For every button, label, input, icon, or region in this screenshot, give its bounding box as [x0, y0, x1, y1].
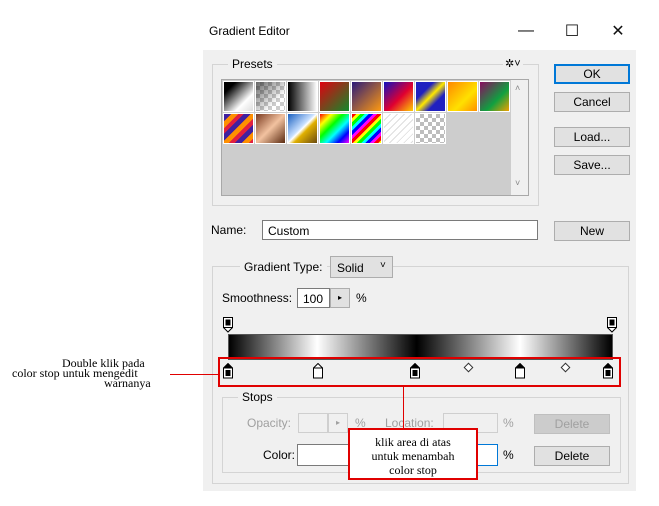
- annotation-box-line1: klik area di atas: [375, 435, 451, 449]
- scroll-up-icon[interactable]: ˄: [515, 83, 520, 93]
- chevron-down-icon: ˅: [380, 260, 386, 271]
- preset-swatch[interactable]: [223, 113, 254, 144]
- name-label: Name:: [211, 223, 247, 237]
- preset-list[interactable]: ˄ ˅: [221, 79, 529, 196]
- smoothness-unit: %: [356, 291, 367, 305]
- annotation-box-line2: untuk menambah: [371, 449, 455, 463]
- preset-swatch[interactable]: [255, 81, 286, 112]
- smoothness-label: Smoothness:: [222, 291, 293, 305]
- preset-swatch[interactable]: [319, 113, 350, 144]
- preset-swatch[interactable]: [351, 113, 382, 144]
- gradient-type-label: Gradient Type:: [240, 260, 327, 274]
- annotation-box: klik area di atas untuk menambah color s…: [348, 428, 478, 480]
- annotation-line-bottom: [403, 387, 404, 430]
- stops-label: Stops: [238, 390, 277, 404]
- load-button[interactable]: Load...: [554, 127, 630, 147]
- color-label: Color:: [263, 448, 296, 462]
- scroll-down-icon[interactable]: ˅: [515, 178, 520, 188]
- preset-scrollbar[interactable]: ˄ ˅: [511, 80, 528, 195]
- ok-button[interactable]: OK: [554, 64, 630, 84]
- preset-swatch[interactable]: [415, 81, 446, 112]
- new-button[interactable]: New: [554, 221, 630, 241]
- smoothness-arrow-icon[interactable]: ▸: [330, 288, 350, 308]
- cancel-button[interactable]: Cancel: [554, 92, 630, 112]
- preset-swatch[interactable]: [383, 113, 414, 144]
- preset-swatch[interactable]: [255, 113, 286, 144]
- preset-swatch[interactable]: [351, 81, 382, 112]
- delete-color-button[interactable]: Delete: [534, 446, 610, 466]
- annotation-line-left: [170, 374, 220, 375]
- preset-swatch[interactable]: [479, 81, 510, 112]
- gradient-type-value: Solid: [337, 261, 364, 275]
- delete-opacity-button[interactable]: Delete: [534, 414, 610, 434]
- maximize-button[interactable]: ☐: [555, 16, 589, 46]
- annotation-box-line3: color stop: [389, 463, 437, 477]
- gradient-type-select[interactable]: Solid ˅: [330, 256, 393, 278]
- close-button[interactable]: ✕: [601, 16, 635, 46]
- opacity-input[interactable]: [298, 413, 328, 433]
- preset-swatch[interactable]: [415, 113, 446, 144]
- window-title: Gradient Editor: [209, 24, 290, 38]
- location-unit: %: [503, 416, 514, 430]
- opacity-stop-right[interactable]: [607, 317, 617, 333]
- preset-swatch[interactable]: [223, 81, 254, 112]
- opacity-stop-left[interactable]: [223, 317, 233, 333]
- presets-label: Presets: [228, 57, 277, 71]
- annotation-left-line3: warnanya: [104, 376, 151, 390]
- gear-icon[interactable]: ✲˅: [503, 57, 523, 70]
- opacity-arrow-icon[interactable]: ▸: [328, 413, 348, 433]
- preset-swatch[interactable]: [319, 81, 350, 112]
- preset-swatch[interactable]: [383, 81, 414, 112]
- opacity-label: Opacity:: [247, 416, 292, 430]
- minimize-button[interactable]: —: [509, 16, 543, 46]
- smoothness-input[interactable]: 100: [297, 288, 330, 308]
- annotation-highlight-stops: [218, 357, 621, 387]
- name-input[interactable]: Custom: [262, 220, 538, 240]
- preset-swatch[interactable]: [287, 113, 318, 144]
- preset-swatch[interactable]: [287, 81, 318, 112]
- save-button[interactable]: Save...: [554, 155, 630, 175]
- location-percent: %: [503, 448, 514, 462]
- preset-swatch[interactable]: [447, 81, 478, 112]
